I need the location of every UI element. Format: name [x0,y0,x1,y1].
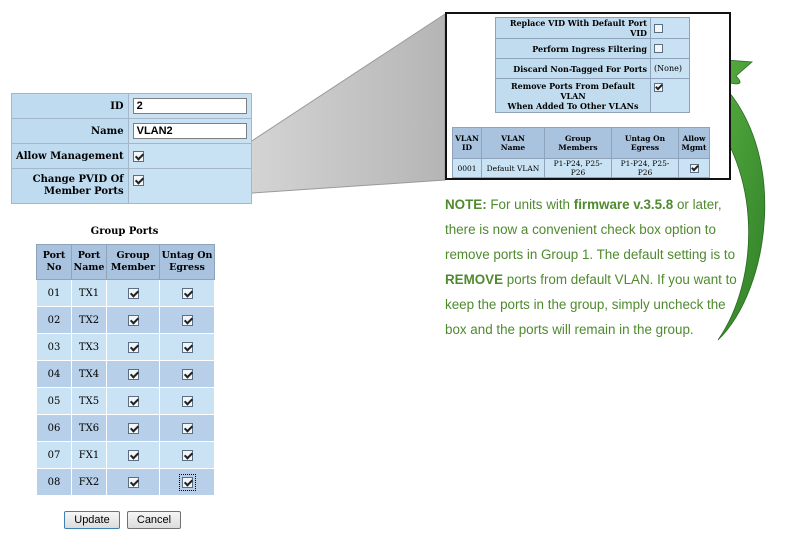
header-vlan-id: VLAN ID [452,127,482,159]
table-row: 08 FX2 [36,468,215,496]
remove-ports-label-1: Remove Ports From Default VLAN [511,80,635,101]
group-member-checkbox[interactable] [127,368,139,380]
port-name: FX1 [71,441,107,469]
untag-egress-checkbox[interactable] [181,449,193,461]
group-member-checkbox[interactable] [127,341,139,353]
port-name: FX2 [71,468,107,496]
perform-ingress-row: Perform Ingress Filtering [495,38,690,59]
change-pvid-label-1: Change PVID Of [32,174,124,185]
header-group-member: Group Member [106,244,160,280]
vlan-list-table: VLAN ID VLAN Name Group Members Untag On Egr… [452,127,710,178]
header-port-name: Port Name [71,244,107,280]
port-name: TX6 [71,414,107,442]
advanced-vlan-settings: Replace VID With Default Port VID Perfor… [495,17,690,113]
note-remove: REMOVE [445,272,504,287]
port-name: TX3 [71,333,107,361]
name-label: Name [11,118,129,144]
untag-egress-checkbox[interactable] [181,395,193,407]
remove-ports-checkbox[interactable] [654,82,663,92]
table-row: 06 TX6 [36,414,215,442]
table-row: 02 TX2 [36,306,215,334]
group-member-checkbox[interactable] [127,395,139,407]
port-name: TX1 [71,279,107,307]
vlan-untag: P1-P24, P25-P26 [611,158,679,178]
header-untag-on-egress: Untag On Egress [611,127,679,159]
perform-ingress-label: Perform Ingress Filtering [495,38,651,59]
allow-management-label: Allow Management [11,143,129,169]
group-ports-title: Group Ports [90,226,159,237]
replace-vid-label: Replace VID With Default Port VID [495,17,651,39]
discard-row: Discard Non-Tagged For Ports (None) [495,58,690,79]
table-row[interactable]: 0001 Default VLAN P1-P24, P25-P26 P1-P24… [452,158,710,178]
name-input[interactable]: VLAN2 [132,123,247,139]
perform-ingress-checkbox[interactable] [654,44,663,54]
header-port-no: Port No [36,244,72,280]
vlan-list-header: VLAN ID VLAN Name Group Members Untag On Egr… [452,127,710,159]
port-no: 06 [36,414,72,442]
remove-ports-row: Remove Ports From Default VLAN When Adde… [495,78,690,113]
id-row: ID 2 [11,93,252,119]
port-name: TX2 [71,306,107,334]
change-pvid-checkbox[interactable] [132,175,144,186]
untag-egress-checkbox[interactable] [181,422,193,434]
allow-management-row: Allow Management [11,143,252,169]
discard-value[interactable]: (None) [650,58,690,79]
note-firmware: firmware v.3.5.8 [573,197,674,212]
id-input[interactable]: 2 [132,98,247,114]
vlan-settings-form: ID 2 Name VLAN2 Allow Management Change … [11,93,252,204]
name-row: Name VLAN2 [11,118,252,144]
header-vlan-name: VLAN Name [481,127,545,159]
header-group-members: Group Members [544,127,612,159]
discard-label: Discard Non-Tagged For Ports [495,58,651,79]
replace-vid-row: Replace VID With Default Port VID [495,17,690,39]
zoom-wedge [237,13,446,195]
untag-egress-checkbox[interactable] [178,473,196,491]
port-no: 03 [36,333,72,361]
table-row: 01 TX1 [36,279,215,307]
zoom-callout: Replace VID With Default Port VID Perfor… [445,12,731,180]
port-no: 08 [36,468,72,496]
firmware-note: NOTE: For units with firmware v.3.5.8 or… [445,192,745,342]
update-button[interactable]: Update [64,511,120,529]
group-member-checkbox[interactable] [127,449,139,461]
untag-egress-checkbox[interactable] [181,287,193,299]
group-member-checkbox[interactable] [127,422,139,434]
group-member-checkbox[interactable] [127,314,139,326]
port-no: 02 [36,306,72,334]
vlan-id: 0001 [452,158,482,178]
table-row: 07 FX1 [36,441,215,469]
port-name: TX5 [71,387,107,415]
group-ports-table: Port No Port Name Group Member Untag On Egre… [36,244,215,496]
change-pvid-row: Change PVID Of Member Ports [11,168,252,204]
cancel-button[interactable]: Cancel [127,511,181,529]
change-pvid-label-2: Member Ports [44,186,124,197]
table-row: 04 TX4 [36,360,215,388]
group-member-checkbox[interactable] [127,476,139,488]
port-no: 04 [36,360,72,388]
header-allow-mgmt: Allow Mgmt [678,127,710,159]
note-text-1: For units with [486,197,574,212]
table-row: 05 TX5 [36,387,215,415]
replace-vid-checkbox[interactable] [654,23,663,33]
note-prefix: NOTE: [445,197,487,212]
port-no: 05 [36,387,72,415]
port-no: 07 [36,441,72,469]
allow-management-checkbox[interactable] [132,150,144,162]
untag-egress-checkbox[interactable] [181,341,193,353]
remove-ports-label-2: When Added To Other VLANs [507,100,639,111]
vlan-name: Default VLAN [481,158,545,178]
vlan-members: P1-P24, P25-P26 [544,158,612,178]
group-member-checkbox[interactable] [127,287,139,299]
allow-mgmt-checkbox [689,163,699,173]
id-label: ID [11,93,129,119]
group-ports-header: Port No Port Name Group Member Untag On Egre… [36,244,215,280]
untag-egress-checkbox[interactable] [181,314,193,326]
table-row: 03 TX3 [36,333,215,361]
header-untag-on-egress: Untag On Egress [159,244,215,280]
port-name: TX4 [71,360,107,388]
untag-egress-checkbox[interactable] [181,368,193,380]
port-no: 01 [36,279,72,307]
